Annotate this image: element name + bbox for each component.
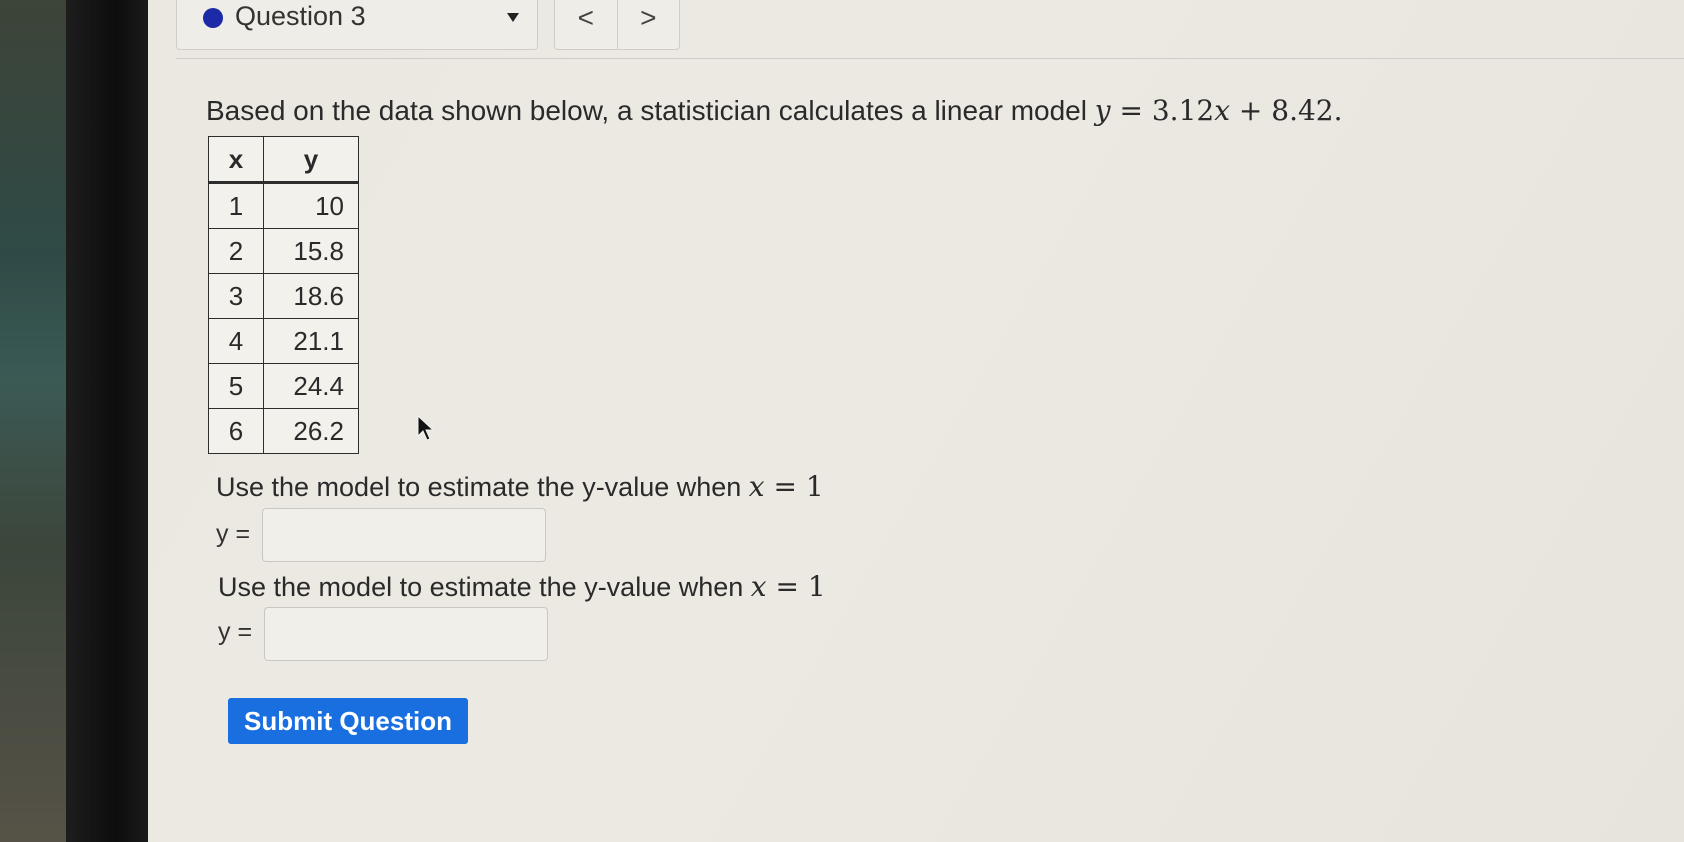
part-2-prompt: Use the model to estimate the y-value wh… [218, 570, 826, 603]
question-label: Question 3 [235, 1, 366, 31]
table-row: 3 18.6 [208, 273, 359, 319]
part-2-text: Use the model to estimate the y-value wh… [218, 572, 751, 602]
question-prompt: Based on the data shown below, a statist… [206, 94, 1343, 127]
model-coef: = 3.12 [1110, 94, 1215, 127]
part-1-prompt: Use the model to estimate the y-value wh… [216, 470, 824, 503]
part-1-answer-label: y = [216, 520, 251, 548]
column-header-y: y [263, 136, 359, 184]
background-left [0, 0, 72, 842]
table-row: 2 15.8 [208, 228, 359, 274]
status-dot-icon [203, 8, 223, 28]
dropdown-caret-icon [507, 13, 519, 22]
cell-y: 18.6 [263, 273, 359, 319]
part-2-answer-label: y = [218, 618, 253, 646]
cell-y: 10 [263, 182, 359, 229]
table-row: 6 26.2 [208, 408, 359, 454]
part-1-var: x [748, 470, 765, 503]
question-selector[interactable]: Question 3 [176, 0, 538, 50]
model-x: x [1214, 94, 1230, 127]
table-row: 1 10 [208, 182, 359, 229]
question-nav: < > [554, 0, 680, 50]
model-rest: + 8.42. [1230, 94, 1343, 127]
table-row: 4 21.1 [208, 318, 359, 364]
part-2-cond: = 1 [766, 570, 826, 603]
submit-question-button[interactable]: Submit Question [228, 698, 468, 744]
mouse-pointer-icon [417, 414, 435, 441]
divider [176, 58, 1684, 59]
part-1-text: Use the model to estimate the y-value wh… [216, 472, 749, 502]
cell-y: 21.1 [263, 318, 359, 364]
cell-y: 26.2 [263, 408, 359, 454]
part-1-answer-input[interactable] [262, 508, 546, 562]
part-1-cond: = 1 [764, 470, 824, 503]
linear-model-equation: y = 3.12x + 8.42. [1095, 94, 1343, 127]
model-lhs: y [1094, 94, 1111, 127]
part-2-answer-input[interactable] [264, 607, 548, 661]
column-header-x: x [208, 136, 264, 184]
table-header-row: x y [208, 136, 359, 184]
cell-x: 1 [208, 182, 264, 229]
part-2-var: x [750, 570, 767, 603]
cell-x: 5 [208, 363, 264, 409]
next-question-button[interactable]: > [616, 0, 680, 49]
cell-x: 4 [208, 318, 264, 364]
data-table: x y 1 10 2 15.8 3 18.6 4 21.1 5 24.4 6 2… [208, 136, 359, 454]
cell-y: 15.8 [263, 228, 359, 274]
previous-question-button[interactable]: < [555, 0, 617, 49]
cell-x: 6 [208, 408, 264, 454]
cell-x: 3 [208, 273, 264, 319]
monitor-bezel [66, 0, 148, 842]
cell-y: 24.4 [263, 363, 359, 409]
prompt-text: Based on the data shown below, a statist… [206, 95, 1095, 126]
table-row: 5 24.4 [208, 363, 359, 409]
cell-x: 2 [208, 228, 264, 274]
